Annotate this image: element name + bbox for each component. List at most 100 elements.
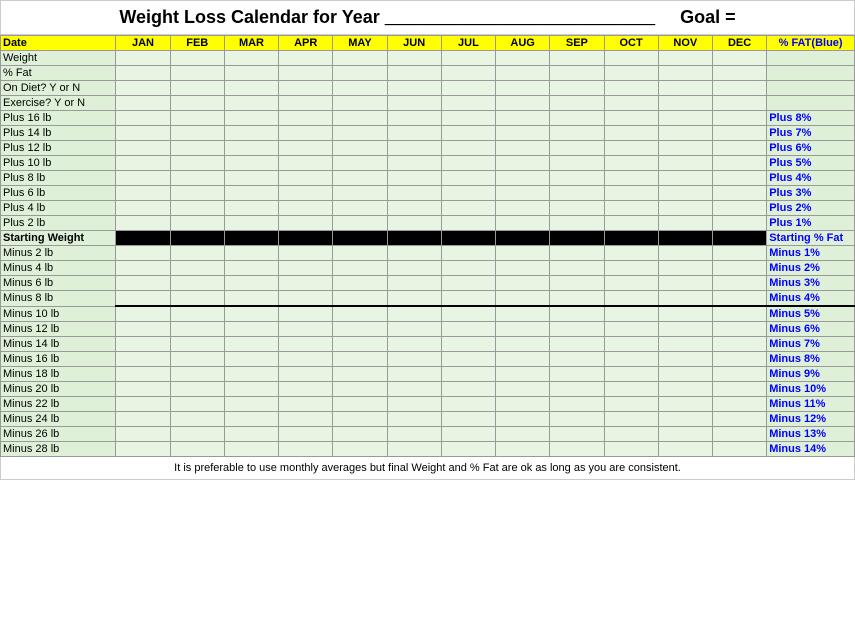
month-cell[interactable] bbox=[550, 352, 604, 367]
month-cell[interactable] bbox=[279, 156, 333, 171]
month-cell[interactable] bbox=[170, 111, 224, 126]
month-cell[interactable] bbox=[170, 51, 224, 66]
month-cell[interactable] bbox=[658, 81, 712, 96]
month-cell[interactable] bbox=[604, 397, 658, 412]
month-cell[interactable] bbox=[387, 111, 441, 126]
month-cell[interactable] bbox=[333, 382, 387, 397]
month-cell[interactable] bbox=[441, 337, 495, 352]
month-cell[interactable] bbox=[712, 442, 766, 457]
month-cell[interactable] bbox=[496, 291, 550, 307]
month-cell[interactable] bbox=[604, 337, 658, 352]
month-cell[interactable] bbox=[550, 201, 604, 216]
month-cell[interactable] bbox=[333, 51, 387, 66]
month-cell[interactable] bbox=[333, 156, 387, 171]
month-cell[interactable] bbox=[170, 141, 224, 156]
month-cell[interactable] bbox=[604, 171, 658, 186]
month-cell[interactable] bbox=[387, 322, 441, 337]
month-cell[interactable] bbox=[604, 291, 658, 307]
month-cell[interactable] bbox=[333, 427, 387, 442]
month-cell[interactable] bbox=[224, 111, 278, 126]
month-cell[interactable] bbox=[441, 322, 495, 337]
month-cell[interactable] bbox=[712, 276, 766, 291]
month-cell[interactable] bbox=[279, 246, 333, 261]
month-cell[interactable] bbox=[387, 216, 441, 231]
month-cell[interactable] bbox=[333, 291, 387, 307]
month-cell[interactable] bbox=[224, 96, 278, 111]
month-cell[interactable] bbox=[658, 261, 712, 276]
month-cell[interactable] bbox=[712, 81, 766, 96]
month-cell[interactable] bbox=[441, 126, 495, 141]
month-cell[interactable] bbox=[496, 156, 550, 171]
month-cell[interactable] bbox=[170, 126, 224, 141]
month-cell[interactable] bbox=[550, 171, 604, 186]
month-cell[interactable] bbox=[116, 337, 170, 352]
month-cell[interactable] bbox=[604, 412, 658, 427]
month-cell[interactable] bbox=[712, 186, 766, 201]
month-cell[interactable] bbox=[550, 382, 604, 397]
month-cell[interactable] bbox=[550, 81, 604, 96]
month-cell[interactable] bbox=[279, 306, 333, 322]
month-cell[interactable] bbox=[604, 231, 658, 246]
month-cell[interactable] bbox=[496, 261, 550, 276]
month-cell[interactable] bbox=[387, 337, 441, 352]
month-cell[interactable] bbox=[116, 246, 170, 261]
month-cell[interactable] bbox=[170, 412, 224, 427]
month-cell[interactable] bbox=[279, 216, 333, 231]
month-cell[interactable] bbox=[387, 81, 441, 96]
month-cell[interactable] bbox=[712, 291, 766, 307]
month-cell[interactable] bbox=[170, 352, 224, 367]
month-cell[interactable] bbox=[496, 66, 550, 81]
month-cell[interactable] bbox=[116, 291, 170, 307]
month-cell[interactable] bbox=[279, 81, 333, 96]
month-cell[interactable] bbox=[116, 231, 170, 246]
month-cell[interactable] bbox=[224, 322, 278, 337]
month-cell[interactable] bbox=[224, 231, 278, 246]
month-cell[interactable] bbox=[712, 322, 766, 337]
month-cell[interactable] bbox=[550, 156, 604, 171]
month-cell[interactable] bbox=[496, 81, 550, 96]
month-cell[interactable] bbox=[496, 276, 550, 291]
month-cell[interactable] bbox=[387, 171, 441, 186]
month-cell[interactable] bbox=[712, 352, 766, 367]
month-cell[interactable] bbox=[224, 66, 278, 81]
month-cell[interactable] bbox=[333, 96, 387, 111]
month-cell[interactable] bbox=[441, 427, 495, 442]
month-cell[interactable] bbox=[387, 141, 441, 156]
month-cell[interactable] bbox=[224, 51, 278, 66]
month-cell[interactable] bbox=[170, 216, 224, 231]
month-cell[interactable] bbox=[279, 186, 333, 201]
month-cell[interactable] bbox=[604, 442, 658, 457]
month-cell[interactable] bbox=[496, 186, 550, 201]
month-cell[interactable] bbox=[496, 126, 550, 141]
month-cell[interactable] bbox=[441, 246, 495, 261]
month-cell[interactable] bbox=[441, 186, 495, 201]
month-cell[interactable] bbox=[333, 126, 387, 141]
month-cell[interactable] bbox=[441, 442, 495, 457]
month-cell[interactable] bbox=[279, 397, 333, 412]
month-cell[interactable] bbox=[496, 412, 550, 427]
month-cell[interactable] bbox=[441, 141, 495, 156]
month-cell[interactable] bbox=[658, 186, 712, 201]
month-cell[interactable] bbox=[550, 186, 604, 201]
month-cell[interactable] bbox=[550, 261, 604, 276]
month-cell[interactable] bbox=[712, 216, 766, 231]
month-cell[interactable] bbox=[333, 352, 387, 367]
month-cell[interactable] bbox=[170, 397, 224, 412]
month-cell[interactable] bbox=[116, 216, 170, 231]
month-cell[interactable] bbox=[604, 126, 658, 141]
month-cell[interactable] bbox=[170, 201, 224, 216]
month-cell[interactable] bbox=[712, 306, 766, 322]
month-cell[interactable] bbox=[224, 246, 278, 261]
month-cell[interactable] bbox=[224, 261, 278, 276]
month-cell[interactable] bbox=[333, 397, 387, 412]
month-cell[interactable] bbox=[658, 427, 712, 442]
month-cell[interactable] bbox=[224, 276, 278, 291]
month-cell[interactable] bbox=[712, 171, 766, 186]
month-cell[interactable] bbox=[170, 66, 224, 81]
month-cell[interactable] bbox=[116, 367, 170, 382]
month-cell[interactable] bbox=[170, 186, 224, 201]
month-cell[interactable] bbox=[550, 367, 604, 382]
month-cell[interactable] bbox=[224, 126, 278, 141]
month-cell[interactable] bbox=[712, 367, 766, 382]
month-cell[interactable] bbox=[441, 111, 495, 126]
